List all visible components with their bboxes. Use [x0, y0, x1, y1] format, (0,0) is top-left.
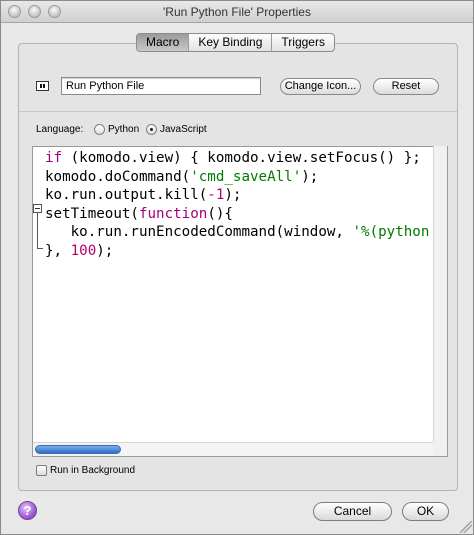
- fold-toggle-icon[interactable]: [33, 204, 42, 213]
- ok-button[interactable]: OK: [402, 502, 449, 521]
- window-title: 'Run Python File' Properties: [163, 5, 311, 19]
- tab-triggers[interactable]: Triggers: [272, 34, 334, 51]
- code-line[interactable]: komodo.doCommand('cmd_saveAll');: [45, 168, 429, 187]
- change-icon-button[interactable]: Change Icon...: [280, 78, 361, 95]
- tab-key-binding[interactable]: Key Binding: [189, 34, 273, 51]
- code-line[interactable]: setTimeout(function(){: [45, 205, 429, 224]
- language-python-radio[interactable]: [94, 124, 105, 135]
- run-in-background-checkbox[interactable]: [36, 465, 47, 476]
- run-in-background-label[interactable]: Run in Background: [50, 465, 135, 476]
- language-javascript-label[interactable]: JavaScript: [160, 124, 207, 135]
- resize-grip[interactable]: [460, 521, 472, 533]
- horizontal-scroll-thumb[interactable]: [35, 445, 121, 454]
- code-line[interactable]: ko.run.runEncodedCommand(window, '%(pyth…: [45, 223, 430, 242]
- tab-bar: Macro Key Binding Triggers: [136, 33, 335, 52]
- code-text[interactable]: if (komodo.view) { komodo.view.setFocus(…: [45, 149, 429, 260]
- macro-icon: [36, 81, 49, 91]
- code-editor[interactable]: if (komodo.view) { komodo.view.setFocus(…: [32, 146, 448, 457]
- code-line[interactable]: if (komodo.view) { komodo.view.setFocus(…: [45, 149, 429, 168]
- fold-guide: [37, 213, 38, 249]
- language-javascript-radio[interactable]: [146, 124, 157, 135]
- vertical-scrollbar[interactable]: [433, 146, 447, 442]
- code-line[interactable]: ko.run.output.kill(-1);: [45, 186, 429, 205]
- reset-button[interactable]: Reset: [373, 78, 439, 95]
- code-line[interactable]: }, 100);: [45, 242, 429, 261]
- separator: [19, 111, 457, 112]
- language-label: Language:: [36, 124, 84, 135]
- language-python-label[interactable]: Python: [108, 124, 139, 135]
- tab-macro[interactable]: Macro: [137, 34, 190, 51]
- fold-guide-end: [37, 248, 43, 249]
- properties-dialog: 'Run Python File' Properties Macro Key B…: [0, 0, 474, 535]
- macro-name-input[interactable]: [61, 77, 261, 95]
- horizontal-scrollbar[interactable]: [33, 442, 433, 456]
- scroll-corner: [433, 442, 447, 456]
- title-bar: 'Run Python File' Properties: [1, 1, 473, 23]
- help-button[interactable]: ?: [18, 501, 37, 520]
- cancel-button[interactable]: Cancel: [313, 502, 392, 521]
